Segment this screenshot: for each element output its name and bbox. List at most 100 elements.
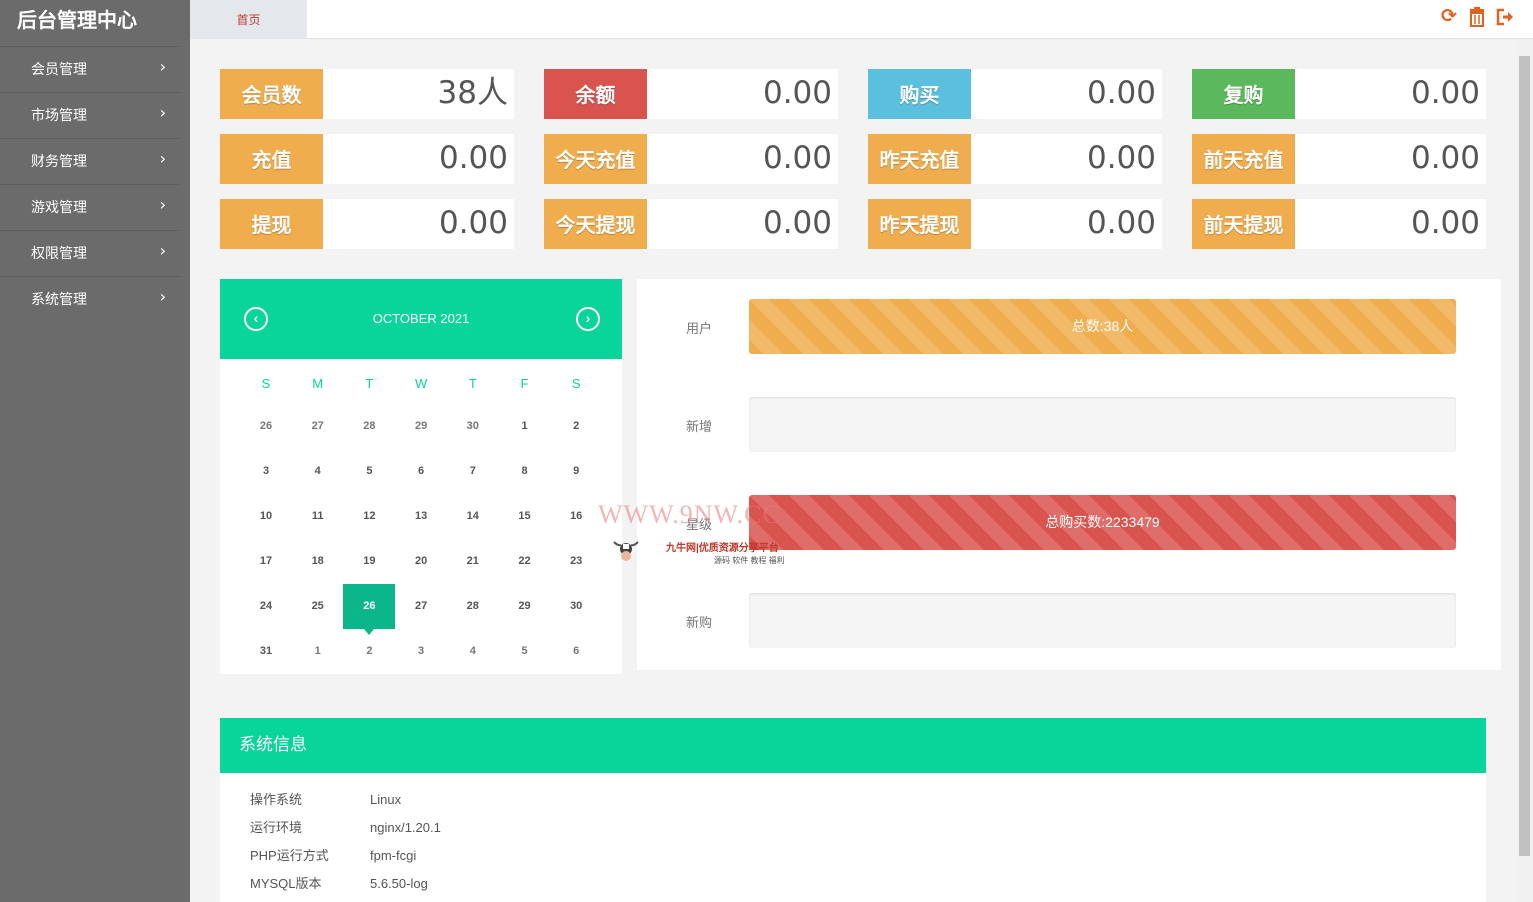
calendar-month-title: OCTOBER 2021 xyxy=(372,311,470,326)
system-info-row: MYSQL版本 5.6.50-log xyxy=(250,873,428,892)
calendar-header: ‹ OCTOBER 2021 › xyxy=(220,279,622,359)
calendar-day[interactable]: 12 xyxy=(343,494,395,539)
sidebar-item[interactable]: 会员管理 › xyxy=(0,46,180,92)
stat-label: 前天充值 xyxy=(1192,134,1295,184)
calendar-day[interactable]: 24 xyxy=(240,584,292,629)
calendar-day[interactable]: 4 xyxy=(292,449,344,494)
sidebar-item-label: 权限管理 xyxy=(31,246,87,262)
progress-bar xyxy=(749,593,1456,648)
scrollbar-thumb[interactable] xyxy=(1519,56,1530,856)
calendar-day[interactable]: 17 xyxy=(240,539,292,584)
calendar-weekday: S xyxy=(261,376,271,391)
system-info-row: 运行环境 nginx/1.20.1 xyxy=(250,817,441,836)
stat-card: 购买 0.00 xyxy=(868,69,1162,119)
calendar-day[interactable]: 3 xyxy=(395,629,447,674)
app-title: 后台管理中心 xyxy=(17,8,137,32)
stat-label: 昨天提现 xyxy=(868,199,971,249)
sidebar-item-label: 会员管理 xyxy=(31,62,87,78)
stat-value: 0.00 xyxy=(438,140,508,176)
calendar-day[interactable]: 10 xyxy=(240,494,292,539)
stat-label: 充值 xyxy=(220,134,323,184)
calendar-day[interactable]: 27 xyxy=(292,404,344,449)
calendar-day[interactable]: 21 xyxy=(447,539,499,584)
calendar-day[interactable]: 16 xyxy=(550,494,602,539)
calendar-day[interactable]: 4 xyxy=(447,629,499,674)
calendar-weekday: T xyxy=(468,376,477,391)
sidebar-item[interactable]: 市场管理 › xyxy=(0,92,180,138)
refresh-icon[interactable]: ⟳ xyxy=(1439,7,1459,27)
sidebar-item[interactable]: 游戏管理 › xyxy=(0,184,180,230)
stat-label: 今天充值 xyxy=(544,134,647,184)
progress-bar: 总数:38人 xyxy=(749,299,1456,354)
cow-logo-icon xyxy=(613,541,639,561)
calendar-day[interactable]: 29 xyxy=(395,404,447,449)
calendar-day[interactable]: 2 xyxy=(550,404,602,449)
calendar-day[interactable]: 30 xyxy=(550,584,602,629)
sidebar-item-label: 系统管理 xyxy=(31,292,87,308)
calendar-day[interactable]: 26 xyxy=(240,404,292,449)
calendar-day[interactable]: 8 xyxy=(499,449,551,494)
progress-bar xyxy=(749,397,1456,452)
stat-label: 复购 xyxy=(1192,69,1295,119)
calendar-day[interactable]: 27 xyxy=(395,584,447,629)
stat-label: 购买 xyxy=(868,69,971,119)
trash-icon[interactable] xyxy=(1467,7,1487,27)
chevron-right-icon: › xyxy=(159,57,166,76)
calendar-day[interactable]: 28 xyxy=(343,404,395,449)
calendar-day[interactable]: 15 xyxy=(499,494,551,539)
watermark-tagline: 源码 软件 教程 福利 xyxy=(714,556,785,565)
system-info-panel: 系统信息 操作系统 Linux 运行环境 nginx/1.20.1 PHP运行方式 fpm… xyxy=(220,718,1486,902)
calendar-day[interactable]: 28 xyxy=(447,584,499,629)
stat-card: 前天充值 0.00 xyxy=(1192,134,1486,184)
logout-icon[interactable] xyxy=(1495,7,1515,27)
calendar-day[interactable]: 7 xyxy=(447,449,499,494)
calendar-day[interactable]: 3 xyxy=(240,449,292,494)
chevron-right-icon: › xyxy=(159,149,166,168)
stat-value: 0.00 xyxy=(1410,75,1480,111)
vertical-scrollbar[interactable] xyxy=(1517,40,1533,902)
sidebar-item-label: 财务管理 xyxy=(31,154,87,170)
watermark-subtitle: 九牛网|优质资源分享平台 xyxy=(666,543,779,554)
calendar-day[interactable]: 9 xyxy=(550,449,602,494)
calendar-day[interactable]: 26 xyxy=(343,584,396,635)
calendar-day[interactable]: 31 xyxy=(240,629,292,674)
calendar-day[interactable]: 18 xyxy=(292,539,344,584)
stat-value: 38人 xyxy=(437,75,508,111)
sidebar-item[interactable]: 权限管理 › xyxy=(0,230,180,276)
calendar-weekday: T xyxy=(365,376,374,391)
progress-text: 总购买数:2233479 xyxy=(1045,514,1160,530)
chevron-right-icon: › xyxy=(159,287,166,306)
calendar-day[interactable]: 29 xyxy=(499,584,551,629)
calendar-day[interactable]: 6 xyxy=(550,629,602,674)
calendar-day[interactable]: 22 xyxy=(499,539,551,584)
calendar-day[interactable]: 1 xyxy=(292,629,344,674)
calendar-day[interactable]: 30 xyxy=(447,404,499,449)
calendar-day[interactable]: 14 xyxy=(447,494,499,539)
calendar-day[interactable]: 11 xyxy=(292,494,344,539)
calendar-day[interactable]: 6 xyxy=(395,449,447,494)
stat-card: 会员数 38人 xyxy=(220,69,514,119)
calendar-day[interactable]: 1 xyxy=(499,404,551,449)
calendar-day[interactable]: 25 xyxy=(292,584,344,629)
stat-card: 昨天提现 0.00 xyxy=(868,199,1162,249)
calendar-day[interactable]: 20 xyxy=(395,539,447,584)
calendar-day[interactable]: 5 xyxy=(499,629,551,674)
system-info-value: 5.6.50-log xyxy=(370,876,428,891)
calendar-day[interactable]: 23 xyxy=(550,539,602,584)
system-info-value: fpm-fcgi xyxy=(370,848,417,863)
calendar-next-icon[interactable]: › xyxy=(576,307,600,331)
stat-card: 前天提现 0.00 xyxy=(1192,199,1486,249)
calendar-day[interactable]: 19 xyxy=(343,539,395,584)
tab-home[interactable]: 首页 xyxy=(190,0,307,39)
calendar-day[interactable]: 2 xyxy=(343,629,395,674)
sidebar-item[interactable]: 系统管理 › xyxy=(0,276,180,322)
calendar-day[interactable]: 13 xyxy=(395,494,447,539)
stat-label: 提现 xyxy=(220,199,323,249)
sidebar-item[interactable]: 财务管理 › xyxy=(0,138,180,184)
system-info-key: 运行环境 xyxy=(250,820,303,835)
calendar-day[interactable]: 5 xyxy=(343,449,395,494)
system-info-value: nginx/1.20.1 xyxy=(370,820,441,835)
system-info-key: 操作系统 xyxy=(250,792,303,807)
watermark-text: WWW.9NW.CC xyxy=(598,500,781,529)
calendar-weekday: S xyxy=(571,376,581,391)
